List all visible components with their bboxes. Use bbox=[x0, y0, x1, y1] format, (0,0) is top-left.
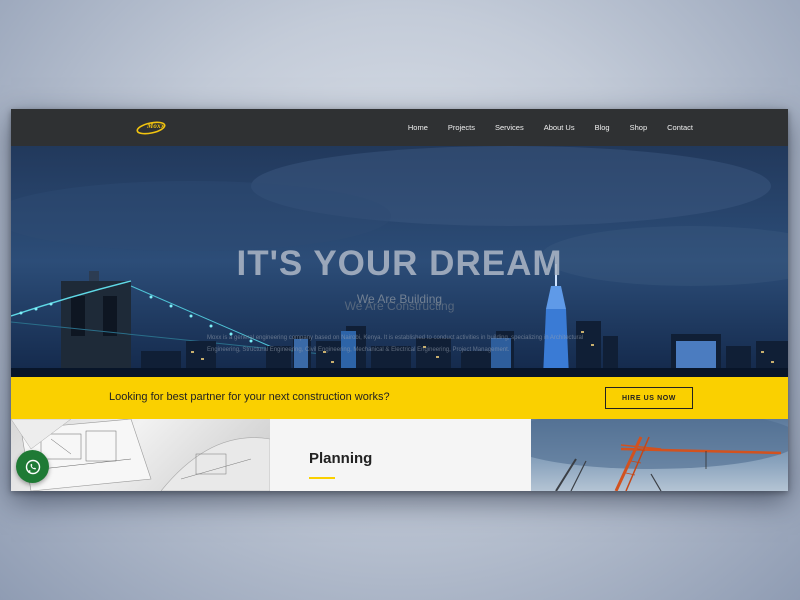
website-frame: Moxx Home Projects Services About Us Blo… bbox=[11, 109, 788, 491]
logo-text: Moxx bbox=[147, 122, 165, 130]
nav-projects[interactable]: Projects bbox=[448, 123, 475, 132]
whatsapp-icon bbox=[25, 459, 40, 474]
cta-text: Looking for best partner for your next c… bbox=[109, 391, 390, 403]
hire-us-now-button[interactable]: HIRE US NOW bbox=[605, 387, 693, 409]
brand-logo[interactable]: Moxx bbox=[135, 118, 171, 138]
blueprint-drawing-icon bbox=[11, 419, 270, 491]
crane-image bbox=[531, 419, 788, 491]
main-menu: Home Projects Services About Us Blog Sho… bbox=[388, 109, 693, 146]
crane-icon bbox=[531, 419, 788, 491]
planning-title: Planning bbox=[309, 450, 373, 467]
planning-underline bbox=[309, 477, 335, 479]
services-row: Planning bbox=[11, 419, 788, 491]
nav-services[interactable]: Services bbox=[495, 123, 524, 132]
nav-home[interactable]: Home bbox=[408, 123, 428, 132]
hero-title: IT'S YOUR DREAM bbox=[236, 244, 563, 283]
nav-blog[interactable]: Blog bbox=[595, 123, 610, 132]
hero-banner: IT'S YOUR DREAM We Are Building We Are C… bbox=[11, 146, 788, 377]
blueprint-image bbox=[11, 419, 270, 491]
cta-bar: Looking for best partner for your next c… bbox=[11, 377, 788, 419]
nav-about-us[interactable]: About Us bbox=[544, 123, 575, 132]
top-navbar: Moxx Home Projects Services About Us Blo… bbox=[11, 109, 788, 146]
nav-shop[interactable]: Shop bbox=[630, 123, 648, 132]
planning-card[interactable]: Planning bbox=[270, 419, 531, 491]
hero-subtitle-constructing: We Are Constructing bbox=[344, 299, 455, 313]
hero-description: Moxx is a general engineering company ba… bbox=[207, 335, 584, 353]
whatsapp-button[interactable] bbox=[16, 450, 49, 483]
nav-contact[interactable]: Contact bbox=[667, 123, 693, 132]
